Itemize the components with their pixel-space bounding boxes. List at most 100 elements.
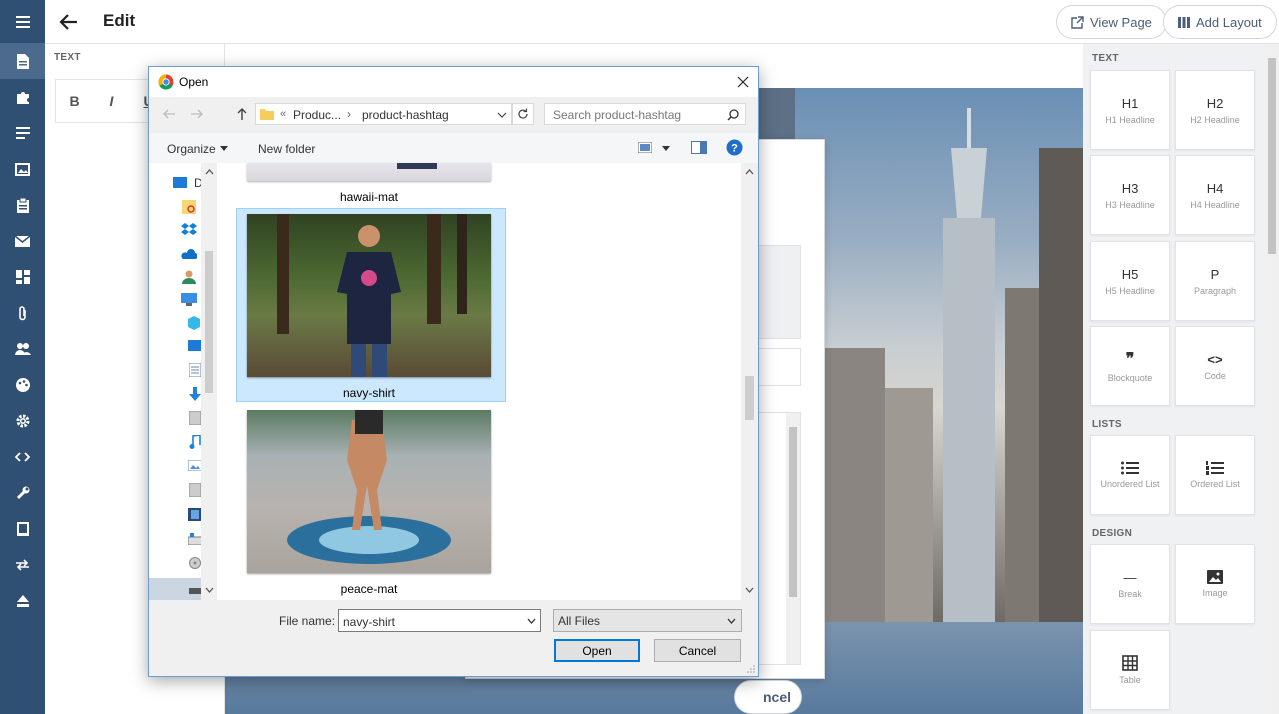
search-icon[interactable] (727, 109, 739, 121)
wrench-icon[interactable] (0, 475, 45, 511)
organize-dropdown-icon[interactable] (220, 146, 228, 151)
clipboard-icon[interactable] (0, 187, 45, 223)
videos-icon[interactable] (188, 508, 202, 521)
search-input[interactable]: Search product-hashtag (544, 103, 746, 125)
nav-scroll-down-icon[interactable] (205, 587, 214, 593)
user-folder-icon[interactable] (182, 270, 196, 284)
file-name-navy-shirt[interactable]: navy-shirt (239, 386, 499, 400)
modal-cancel-button[interactable]: ncel (734, 680, 802, 714)
scroll-up-icon[interactable] (745, 169, 754, 175)
images-icon[interactable] (0, 151, 45, 187)
local-disk-icon[interactable] (188, 533, 202, 545)
help-icon[interactable]: ? (726, 139, 743, 156)
file-type-select[interactable]: All Files (553, 609, 742, 632)
file-list-scroll-thumb[interactable] (745, 376, 754, 420)
dvd-drive-icon[interactable] (188, 557, 202, 569)
palette-icon[interactable] (0, 367, 45, 403)
nav-scroll-thumb[interactable] (205, 251, 213, 393)
hawaii-mat-thumbnail[interactable] (247, 163, 491, 181)
h4-headline-block[interactable]: H4 H4 Headline (1175, 155, 1255, 235)
nav-item-selected[interactable] (149, 578, 203, 600)
users-icon[interactable] (0, 331, 45, 367)
blockquote-block[interactable]: ❞ Blockquote (1090, 326, 1170, 406)
resize-grip-icon[interactable] (747, 665, 755, 673)
back-nav-icon[interactable] (162, 109, 176, 119)
list-icon[interactable] (0, 115, 45, 151)
desktop-icon[interactable] (188, 340, 202, 351)
ordered-list-block[interactable]: Ordered List (1175, 435, 1255, 515)
file-name-dropdown-icon[interactable] (527, 618, 536, 624)
preview-pane-icon[interactable] (691, 141, 707, 154)
unordered-list-caption: Unordered List (1100, 479, 1160, 489)
pictures-icon[interactable] (188, 460, 202, 471)
file-list-scrollbar[interactable] (741, 163, 758, 600)
refresh-button[interactable] (512, 103, 534, 125)
book-icon[interactable] (0, 511, 45, 547)
mail-icon[interactable] (0, 223, 45, 259)
modal-textarea[interactable] (756, 412, 801, 665)
view-options-icon[interactable] (638, 142, 652, 153)
paperclip-icon[interactable] (0, 295, 45, 331)
nav-scroll-up-icon[interactable] (205, 169, 214, 175)
dropbox-icon[interactable] (181, 223, 197, 237)
documents-icon[interactable] (189, 363, 201, 377)
paragraph-block[interactable]: P Paragraph (1175, 241, 1255, 321)
cancel-button[interactable]: Cancel (654, 639, 741, 662)
forward-nav-icon[interactable] (190, 109, 204, 119)
peace-mat-thumbnail[interactable] (247, 410, 491, 573)
unordered-list-block[interactable]: Unordered List (1090, 435, 1170, 515)
table-block[interactable]: Table (1090, 630, 1170, 710)
elements-panel-scrollbar[interactable] (1265, 44, 1279, 714)
page-icon[interactable] (0, 43, 45, 79)
drive-icon[interactable] (189, 411, 201, 425)
onedrive-icon[interactable] (181, 249, 197, 259)
elements-panel-scroll-thumb[interactable] (1268, 58, 1276, 254)
downloads-icon[interactable] (189, 387, 201, 401)
transfer-icon[interactable] (0, 547, 45, 583)
breadcrumb-overflow[interactable]: « (280, 108, 286, 120)
new-folder-button[interactable]: New folder (258, 142, 315, 156)
eject-icon[interactable] (0, 583, 45, 619)
navy-shirt-thumbnail[interactable] (247, 214, 491, 377)
this-pc-icon[interactable] (181, 293, 197, 306)
h5-headline-block[interactable]: H5 H5 Headline (1090, 241, 1170, 321)
3d-objects-icon[interactable] (188, 316, 200, 330)
puzzle-icon[interactable] (0, 79, 45, 115)
breadcrumb-products[interactable]: Produc... (293, 108, 341, 122)
up-folder-icon[interactable] (237, 107, 247, 121)
organize-button[interactable]: Organize (167, 142, 216, 156)
code-block[interactable]: <> Code (1175, 326, 1255, 406)
view-page-button[interactable]: View Page (1056, 5, 1167, 39)
file-name-hawaii-mat[interactable]: hawaii-mat (239, 190, 499, 204)
h3-headline-block[interactable]: H3 H3 Headline (1090, 155, 1170, 235)
open-button[interactable]: Open (554, 639, 640, 662)
add-layout-button[interactable]: Add Layout (1163, 5, 1277, 39)
desktop-folder-icon[interactable] (173, 177, 187, 188)
menu-icon[interactable] (0, 4, 45, 40)
address-dropdown-icon[interactable] (497, 112, 507, 118)
dashboard-icon[interactable] (0, 259, 45, 295)
image-block[interactable]: Image (1175, 544, 1255, 624)
view-dropdown-icon[interactable] (662, 146, 670, 151)
address-bar[interactable]: « Produc... › product-hashtag (255, 103, 512, 125)
italic-button[interactable]: I (93, 80, 130, 122)
modal-scrollbar-thumb[interactable] (789, 427, 797, 597)
modal-input[interactable] (756, 348, 801, 386)
music-icon[interactable] (189, 435, 201, 449)
drive-2-icon[interactable] (189, 483, 201, 497)
nav-pane-scrollbar[interactable] (201, 163, 217, 600)
gear-icon[interactable] (0, 403, 45, 439)
code-icon[interactable] (0, 439, 45, 475)
close-icon[interactable] (737, 76, 749, 88)
h2-headline-block[interactable]: H2 H2 Headline (1175, 70, 1255, 150)
creative-cloud-icon[interactable] (182, 200, 196, 214)
break-block[interactable]: — Break (1090, 544, 1170, 624)
scroll-down-icon[interactable] (745, 587, 754, 593)
file-name-field[interactable]: navy-shirt (338, 609, 541, 632)
h1-headline-block[interactable]: H1 H1 Headline (1090, 70, 1170, 150)
file-name-peace-mat[interactable]: peace-mat (239, 582, 499, 596)
file-type-dropdown-icon[interactable] (727, 618, 736, 624)
back-arrow-icon[interactable] (57, 10, 81, 34)
breadcrumb-current[interactable]: product-hashtag (362, 108, 449, 122)
bold-button[interactable]: B (56, 80, 93, 122)
